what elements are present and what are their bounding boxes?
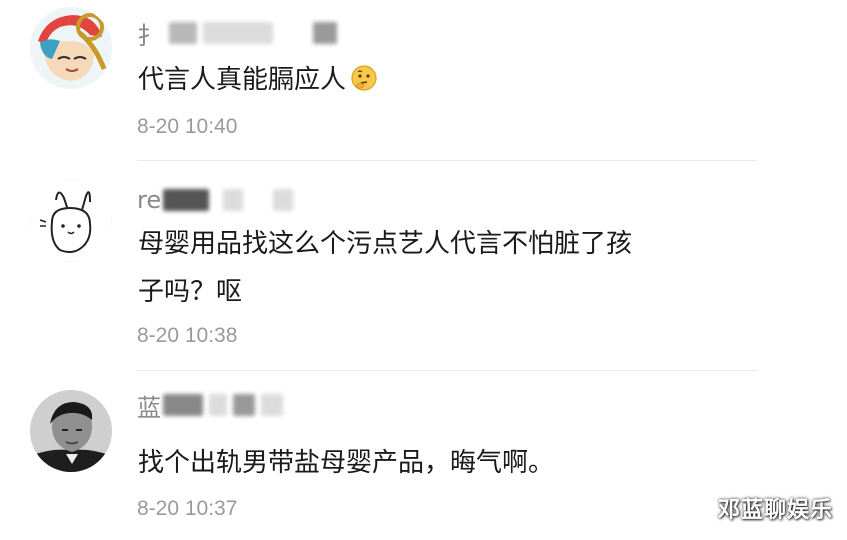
username-redaction <box>273 189 294 211</box>
comment-text: 母婴用品找这么个污点艺人代言不怕脏了孩 子吗？呕 <box>138 220 758 316</box>
username-visible-fragment: 蓝 <box>137 393 161 422</box>
avatar[interactable] <box>30 7 112 89</box>
comment-text: 代言人真能膈应人 <box>138 56 758 104</box>
comment-timestamp: 8-20 10:37 <box>137 497 238 520</box>
username-redaction <box>223 189 244 211</box>
comment-timestamp: 8-20 10:38 <box>137 324 238 347</box>
username-visible-fragment: re <box>137 186 162 214</box>
avatar[interactable] <box>30 180 112 262</box>
divider <box>137 160 757 161</box>
username-redaction <box>209 394 227 416</box>
thinking-face-emoji-icon <box>351 65 377 91</box>
comment-text-line: 母婴用品找这么个污点艺人代言不怕脏了孩 <box>138 229 633 259</box>
comment-text: 找个出轨男带盐母婴产品，晦气啊。 <box>138 439 758 487</box>
comment-text-content: 找个出轨男带盐母婴产品，晦气啊。 <box>138 448 555 478</box>
username-visible-fragment: 扌 <box>137 21 161 50</box>
comment-timestamp: 8-20 10:40 <box>137 115 238 138</box>
username-redaction <box>169 22 197 44</box>
username[interactable]: 扌 <box>137 18 337 50</box>
username-redaction <box>313 22 337 44</box>
username[interactable]: 蓝 <box>137 390 283 422</box>
comment-text-line: 子吗？呕 <box>138 277 243 307</box>
username-redaction <box>203 22 273 44</box>
divider <box>137 370 757 371</box>
username-redaction <box>163 189 210 211</box>
username-redaction <box>261 394 283 416</box>
comment-text-content: 代言人真能膈应人 <box>138 65 347 95</box>
username[interactable]: re <box>137 185 294 215</box>
avatar[interactable] <box>30 390 112 472</box>
username-redaction <box>233 394 255 416</box>
username-redaction <box>163 394 203 416</box>
watermark: 邓蓝聊娱乐 <box>717 498 833 523</box>
